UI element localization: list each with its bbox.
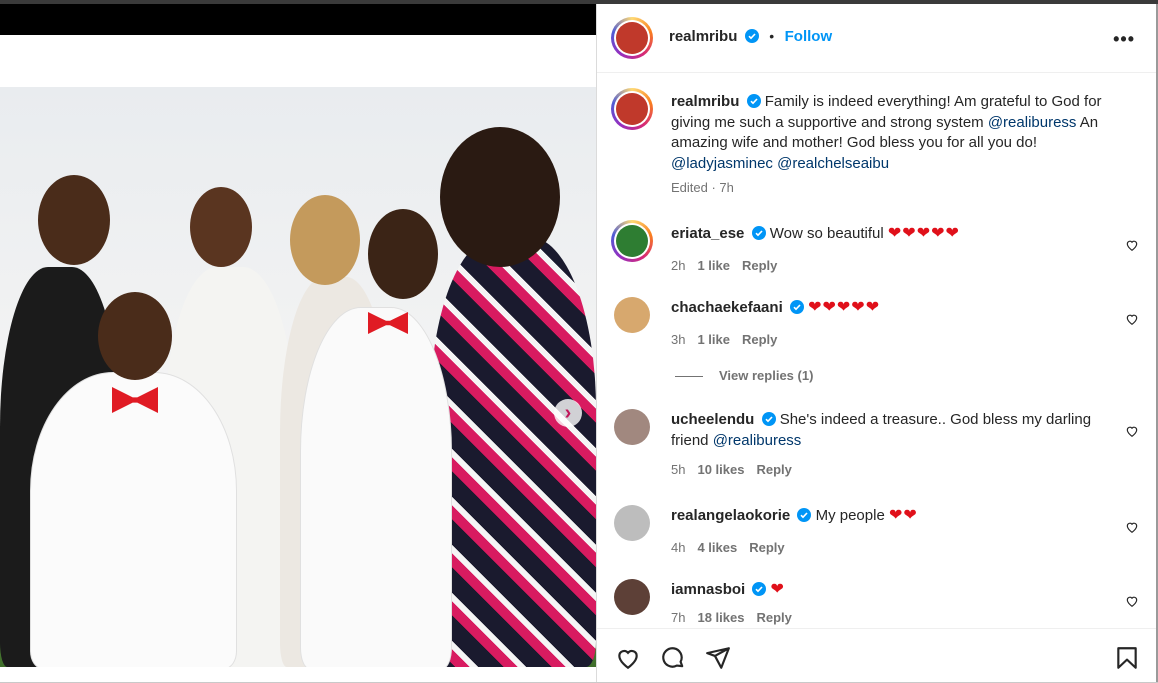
comment-likes[interactable]: 10 likes xyxy=(697,462,744,477)
comment-item: iamnasboi ❤ 7h 18 likes Reply xyxy=(597,574,1157,626)
commenter-avatar[interactable] xyxy=(611,220,653,262)
caption-username[interactable]: realmribu xyxy=(671,93,739,110)
comment-meta: 3h 1 like Reply xyxy=(671,332,777,347)
commenter-username[interactable]: chachaekefaani xyxy=(671,299,783,316)
comment-meta: 2h 1 like Reply xyxy=(671,258,777,273)
figure-girl-head xyxy=(190,187,252,267)
comment-time: 5h xyxy=(671,462,686,477)
comment-meta: 4h 4 likes Reply xyxy=(671,540,785,555)
reply-button[interactable]: Reply xyxy=(756,610,791,625)
comment-meta: 7h 18 likes Reply xyxy=(671,610,792,625)
comment-item: eriata_ese Wow so beautiful ❤❤❤❤❤ 2h 1 li… xyxy=(597,218,1157,282)
media-top-bar xyxy=(0,4,596,35)
verified-badge-icon xyxy=(751,226,766,240)
figure-boy-right xyxy=(300,307,452,667)
like-heart-icon[interactable] xyxy=(615,645,641,671)
heart-emojis: ❤❤ xyxy=(888,507,918,524)
commenter-avatar[interactable] xyxy=(611,406,653,448)
author-avatar[interactable] xyxy=(611,17,653,59)
verified-badge-icon xyxy=(752,582,767,596)
comment-time: 4h xyxy=(671,540,686,555)
post-header: realmribu • Follow ••• xyxy=(597,4,1157,73)
comment-text: eriata_ese Wow so beautiful ❤❤❤❤❤ xyxy=(671,224,1111,245)
share-icon[interactable] xyxy=(705,645,731,671)
comment-item: realangelaokorie My people ❤❤ 4h 4 likes R… xyxy=(597,500,1157,564)
comment-like-icon[interactable] xyxy=(1125,520,1139,534)
separator-dot: • xyxy=(769,28,775,44)
verified-badge-icon xyxy=(797,508,812,522)
figure-mother-head xyxy=(440,127,560,267)
comment-body: Wow so beautiful xyxy=(769,225,884,242)
reply-button[interactable]: Reply xyxy=(742,258,777,273)
figure-mother xyxy=(430,237,596,667)
comment-time: 2h xyxy=(671,258,686,273)
post-action-bar xyxy=(597,628,1157,683)
view-replies-button[interactable]: View replies (1) xyxy=(675,368,813,383)
next-arrow-icon[interactable]: › xyxy=(554,399,582,427)
caption-text: realmribu Family is indeed everything! A… xyxy=(671,92,1111,174)
mention-link[interactable]: @ladyjasminec xyxy=(671,155,773,172)
author-username[interactable]: realmribu xyxy=(669,28,737,45)
comment-item: chachaekefaani ❤❤❤❤❤ 3h 1 like Reply xyxy=(597,292,1157,356)
reply-button[interactable]: Reply xyxy=(749,540,784,555)
comment-likes[interactable]: 1 like xyxy=(697,332,730,347)
post-side-panel: realmribu • Follow ••• realmribu Family … xyxy=(596,4,1157,682)
figure-boy-right-head xyxy=(368,209,438,299)
comment-like-icon[interactable] xyxy=(1125,238,1139,252)
figure-boy-left xyxy=(30,372,237,667)
comment-time: 7h xyxy=(671,610,686,625)
heart-emojis: ❤❤❤❤❤ xyxy=(887,225,960,242)
mention-link[interactable]: @realchelseaibu xyxy=(777,155,889,172)
commenter-avatar[interactable] xyxy=(611,502,653,544)
verified-badge-icon xyxy=(789,300,804,314)
caption-meta: Edited · 7h xyxy=(671,180,734,195)
commenter-avatar[interactable] xyxy=(611,294,653,336)
comment-meta: 5h 10 likes Reply xyxy=(671,462,792,477)
post-media: › xyxy=(0,4,596,682)
caption-avatar[interactable] xyxy=(611,88,653,130)
figure-man-head xyxy=(38,175,110,265)
comment-likes[interactable]: 1 like xyxy=(697,258,730,273)
heart-emojis: ❤❤❤❤❤ xyxy=(808,299,881,316)
mention-link[interactable]: @realiburess xyxy=(713,432,802,449)
comment-text: ucheelendu She's indeed a treasure.. God… xyxy=(671,410,1111,451)
comment-like-icon[interactable] xyxy=(1125,594,1139,608)
figure-boy-left-head xyxy=(98,292,172,380)
verified-badge-icon xyxy=(746,94,761,108)
comment-like-icon[interactable] xyxy=(1125,424,1139,438)
commenter-username[interactable]: realangelaokorie xyxy=(671,507,790,524)
more-options-icon[interactable]: ••• xyxy=(1113,29,1135,50)
comment-likes[interactable]: 18 likes xyxy=(697,610,744,625)
comment-text: iamnasboi ❤ xyxy=(671,580,1111,601)
reply-button[interactable]: Reply xyxy=(756,462,791,477)
commenter-username[interactable]: ucheelendu xyxy=(671,411,754,428)
comment-item: ucheelendu She's indeed a treasure.. God… xyxy=(597,404,1157,484)
save-icon[interactable] xyxy=(1114,645,1140,671)
header-title-row: realmribu • Follow xyxy=(669,28,832,46)
follow-button[interactable]: Follow xyxy=(785,28,833,45)
figure-woman-head xyxy=(290,195,360,285)
comment-like-icon[interactable] xyxy=(1125,312,1139,326)
commenter-username[interactable]: eriata_ese xyxy=(671,225,744,242)
post-caption: realmribu Family is indeed everything! A… xyxy=(597,86,1157,206)
heart-emojis: ❤ xyxy=(770,581,785,598)
divider-line xyxy=(675,376,703,378)
comment-icon[interactable] xyxy=(660,645,686,671)
reply-button[interactable]: Reply xyxy=(742,332,777,347)
view-replies-label[interactable]: View replies (1) xyxy=(719,368,813,383)
comment-likes[interactable]: 4 likes xyxy=(697,540,737,555)
comment-body: My people xyxy=(815,507,885,524)
comment-time: 3h xyxy=(671,332,686,347)
verified-badge-icon xyxy=(744,29,759,43)
verified-badge-icon xyxy=(761,412,776,426)
mention-link[interactable]: @realiburess xyxy=(988,114,1077,131)
post-photo xyxy=(0,87,596,667)
comment-text: chachaekefaani ❤❤❤❤❤ xyxy=(671,298,1111,319)
commenter-avatar[interactable] xyxy=(611,576,653,618)
comment-text: realangelaokorie My people ❤❤ xyxy=(671,506,1111,527)
commenter-username[interactable]: iamnasboi xyxy=(671,581,745,598)
